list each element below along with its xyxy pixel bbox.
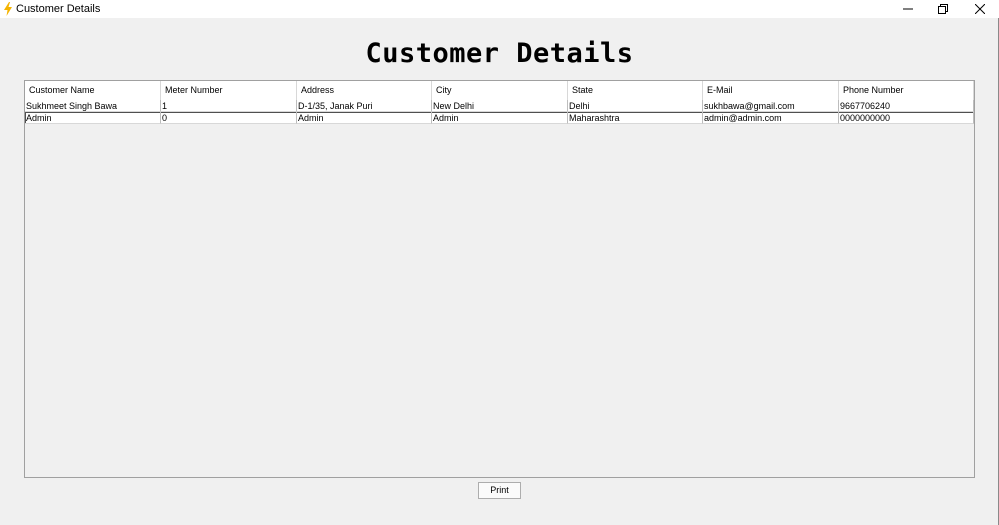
column-header-address[interactable]: Address <box>297 81 432 100</box>
table-row[interactable]: Sukhmeet Singh Bawa 1 D-1/35, Janak Puri… <box>25 100 974 112</box>
title-bar[interactable]: Customer Details <box>0 0 999 18</box>
column-header-city[interactable]: City <box>432 81 568 100</box>
print-button[interactable]: Print <box>478 482 521 499</box>
restore-icon <box>938 4 948 14</box>
table-cell[interactable]: New Delhi <box>432 100 568 112</box>
table-cell[interactable]: Admin <box>297 112 432 124</box>
table-row-selected[interactable]: Admin 0 Admin Admin Maharashtra admin@ad… <box>25 112 974 124</box>
column-header-customer-name[interactable]: Customer Name <box>25 81 161 100</box>
customer-table[interactable]: Customer Name Meter Number Address City … <box>24 80 975 478</box>
table-cell[interactable]: Admin <box>25 112 161 124</box>
column-header-email[interactable]: E-Mail <box>703 81 839 100</box>
table-cell[interactable]: 1 <box>161 100 297 112</box>
table-cell[interactable]: 0 <box>161 112 297 124</box>
column-header-state[interactable]: State <box>568 81 703 100</box>
table-cell[interactable]: Sukhmeet Singh Bawa <box>25 100 161 112</box>
table-cell[interactable]: 0000000000 <box>839 112 974 124</box>
restore-button[interactable] <box>925 0 961 18</box>
minimize-button[interactable] <box>890 0 926 18</box>
table-cell[interactable]: D-1/35, Janak Puri <box>297 100 432 112</box>
close-button[interactable] <box>962 0 998 18</box>
table-cell[interactable]: sukhbawa@gmail.com <box>703 100 839 112</box>
table-cell[interactable]: admin@admin.com <box>703 112 839 124</box>
column-header-phone-number[interactable]: Phone Number <box>839 81 974 100</box>
customer-details-window: Customer Details Customer Details Custom… <box>0 0 999 525</box>
table-cell[interactable]: 9667706240 <box>839 100 974 112</box>
table-body: Sukhmeet Singh Bawa 1 D-1/35, Janak Puri… <box>25 100 974 124</box>
table-cell[interactable]: Admin <box>432 112 568 124</box>
window-title: Customer Details <box>16 3 101 15</box>
minimize-icon <box>903 8 913 10</box>
table-header: Customer Name Meter Number Address City … <box>25 81 974 101</box>
table-cell[interactable]: Delhi <box>568 100 703 112</box>
column-header-meter-number[interactable]: Meter Number <box>161 81 297 100</box>
table-cell[interactable]: Maharashtra <box>568 112 703 124</box>
page-title: Customer Details <box>365 38 634 69</box>
close-icon <box>975 4 985 14</box>
lightning-icon <box>4 2 12 16</box>
